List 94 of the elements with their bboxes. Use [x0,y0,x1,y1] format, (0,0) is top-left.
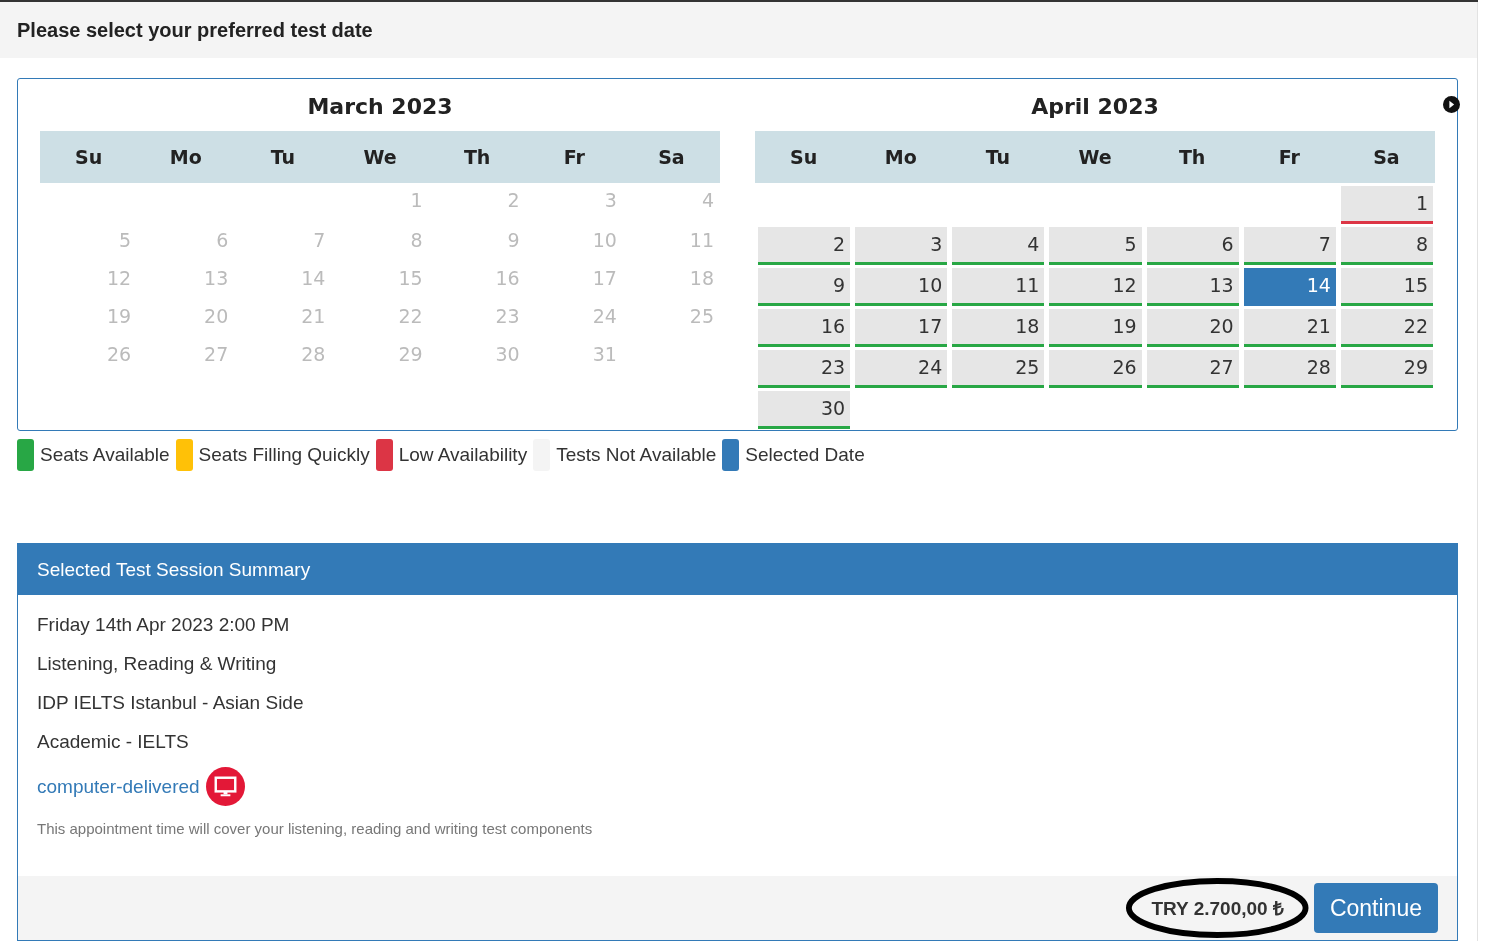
calendar-day[interactable]: 30 [758,391,851,429]
calendar-day: 7 [237,223,330,261]
calendar-day: 16 [431,261,524,299]
calendar-day: 9 [431,223,524,261]
calendar-day: 6 [140,223,233,261]
weekday-header: Su [40,131,138,183]
calendar-day[interactable]: 19 [1049,309,1142,347]
calendar-day[interactable]: 10 [855,268,948,306]
calendar-day: 31 [528,337,621,375]
calendar-day: 29 [334,337,427,375]
calendar-day[interactable]: 12 [1049,268,1142,306]
calendar-day: 5 [43,223,136,261]
calendar-day: 13 [140,261,233,299]
summary-title: Selected Test Session Summary [18,544,1457,595]
calendar-day: 2 [431,183,524,221]
calendar-day[interactable]: 4 [952,227,1045,265]
calendar-day: 14 [237,261,330,299]
calendar-day[interactable]: 15 [1340,268,1433,306]
summary-line: Academic - IELTS [37,730,190,754]
calendar-day[interactable]: 21 [1243,309,1336,347]
weekday-header: Th [428,131,526,183]
calendar-day[interactable]: 11 [952,268,1045,306]
calendar-day[interactable]: 5 [1049,227,1142,265]
monitor-icon [205,767,245,806]
calendar-day: 3 [528,183,621,221]
weekday-header: Sa [622,131,720,183]
next-month-icon[interactable] [1443,96,1460,113]
weekday-header: Fr [1240,131,1338,183]
calendar-day: 20 [140,299,233,337]
month-title: April 2023 [1030,93,1160,121]
calendar-day: 8 [334,223,427,261]
calendar-day[interactable]: 17 [855,309,948,347]
legend-label: Selected Date [745,444,865,466]
calendar-day[interactable]: 6 [1146,227,1239,265]
calendar-day: 10 [528,223,621,261]
weekday-header: Mo [137,131,235,183]
month-title: March 2023 [306,93,454,121]
calendar-day: 24 [528,299,621,337]
calendar-day[interactable]: 18 [952,309,1045,347]
calendar-day[interactable]: 16 [758,309,851,347]
summary-line: IDP IELTS Istanbul - Asian Side [37,691,305,715]
weekday-header: Th [1143,131,1241,183]
weekday-header: Tu [949,131,1047,183]
weekday-header: We [331,131,429,183]
calendar-day: 22 [334,299,427,337]
calendar-day[interactable]: 14 [1243,268,1336,306]
weekday-header: We [1046,131,1144,183]
delivery-link[interactable]: computer-delivered [37,775,200,798]
calendar-day[interactable]: 24 [855,350,948,388]
weekday-header: Tu [234,131,332,183]
calendar-day[interactable]: 22 [1340,309,1433,347]
calendar-day: 17 [528,261,621,299]
weekday-header: Fr [525,131,623,183]
calendar-day[interactable]: 8 [1340,227,1433,265]
calendar-day[interactable]: 25 [952,350,1045,388]
calendar-day: 25 [625,299,718,337]
calendar-day: 4 [625,183,718,221]
price-label: TRY 2.700,00 ₺ [1151,897,1284,921]
calendar-day: 19 [43,299,136,337]
calendar-day[interactable]: 23 [758,350,851,388]
calendar-day[interactable]: 26 [1049,350,1142,388]
calendar-day[interactable]: 7 [1243,227,1336,265]
calendar-day[interactable]: 28 [1243,350,1336,388]
calendar-day: 12 [43,261,136,299]
summary-note: This appointment time will cover your listening, reading and writing test components [37,820,594,837]
legend-label: Low Availability [398,444,528,466]
calendar-day: 27 [140,337,233,375]
summary-line: Friday 14th Apr 2023 2:00 PM [37,613,291,637]
calendar-day: 11 [625,223,718,261]
legend-label: Tests Not Available [556,444,717,466]
weekday-header: Mo [852,131,950,183]
calendar-day: 18 [625,261,718,299]
continue-button[interactable]: Continue [1313,883,1438,933]
weekday-header: Sa [1337,131,1435,183]
calendar-day[interactable]: 20 [1146,309,1239,347]
calendar-day[interactable]: 29 [1340,350,1433,388]
calendar-day: 30 [431,337,524,375]
page-title: Please select your preferred test date [17,18,373,42]
calendar-day[interactable]: 2 [758,227,851,265]
calendar-day: 26 [43,337,136,375]
calendar-day[interactable]: 1 [1340,186,1433,224]
summary-line: Listening, Reading & Writing [37,652,278,676]
calendar-day[interactable]: 3 [855,227,948,265]
calendar-day[interactable]: 27 [1146,350,1239,388]
calendar-day: 1 [334,183,427,221]
calendar-day[interactable]: 9 [758,268,851,306]
calendar-day: 21 [237,299,330,337]
weekday-header: Su [755,131,853,183]
calendar-day: 23 [431,299,524,337]
legend-label: Seats Filling Quickly [198,444,370,466]
calendar-day: 15 [334,261,427,299]
calendar-day: 28 [237,337,330,375]
calendar-day[interactable]: 13 [1146,268,1239,306]
legend-label: Seats Available [40,444,170,466]
